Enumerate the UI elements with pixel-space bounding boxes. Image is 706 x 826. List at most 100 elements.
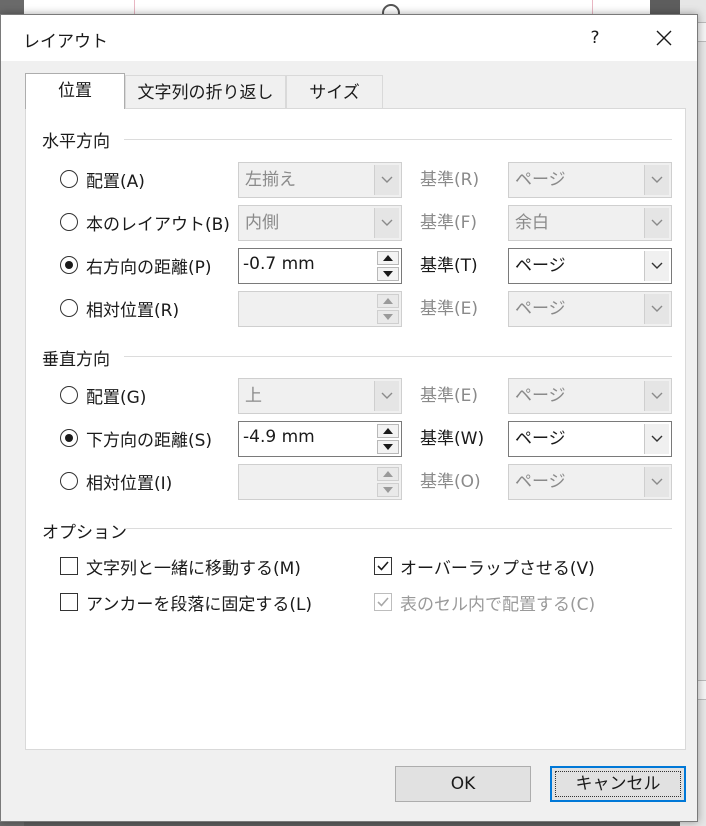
radio-icon [60,299,78,317]
h-relative-position-input[interactable] [238,291,402,327]
v-absolute-position-input[interactable]: -4.9 mm [238,421,402,457]
spin-down-button[interactable] [377,310,399,324]
cancel-button[interactable]: キャンセル [550,766,686,802]
h-absolute-position-base-label: 基準(T) [420,256,478,276]
checkbox-label: 表のセル内で配置する(C) [400,594,596,615]
select-value: ページ [515,170,566,190]
separator [124,356,672,357]
chevron-down-icon [651,305,663,312]
h-book-layout-base-select[interactable]: 余白 [508,205,672,241]
v-alignment-base-select[interactable]: ページ [508,378,672,414]
checkbox-move-with-text[interactable]: 文字列と一緒に移動する(M) [60,553,301,579]
v-relative-position-base-label: 基準(O) [420,472,481,492]
spin-up-button[interactable] [377,467,399,481]
separator [124,139,672,140]
radio-v-absolute-position[interactable]: 下方向の距離(S) [60,423,212,453]
tab-size[interactable]: サイズ [286,75,383,109]
focus-ring [555,771,681,797]
spin-down-button[interactable] [377,440,399,454]
radio-v-relative-position[interactable]: 相対位置(I) [60,466,172,496]
checkmark-icon [377,597,389,607]
h-alignment-base-select[interactable]: ページ [508,162,672,198]
chevron-down-icon [651,176,663,183]
chevron-down-icon [651,262,663,269]
select-value: ページ [515,429,566,449]
triangle-up-icon [383,298,393,304]
radio-h-absolute-position[interactable]: 右方向の距離(P) [60,250,212,280]
options-heading: オプション [42,523,127,543]
radio-label: 相対位置(R) [86,300,180,321]
radio-icon [60,472,78,490]
chevron-down-icon [651,392,663,399]
triangle-down-icon [383,487,393,493]
chevron-down-icon [651,435,663,442]
checkbox-label: 文字列と一緒に移動する(M) [86,558,301,579]
chevron-down-icon [381,392,393,399]
select-value: 余白 [515,213,549,233]
checkbox-lock-anchor[interactable]: アンカーを段落に固定する(L) [60,589,312,615]
h-alignment-select[interactable]: 左揃え [238,162,402,198]
close-icon [656,30,672,46]
h-absolute-position-base-select[interactable]: ページ [508,248,672,284]
radio-label: 右方向の距離(P) [86,257,212,278]
layout-dialog: レイアウト ? 位置 文字列の折り返し サイズ 水平方向 配置(A) 左揃え 基… [0,14,698,822]
radio-h-alignment[interactable]: 配置(A) [60,164,145,194]
checkbox-icon [374,557,392,575]
help-button[interactable]: ? [581,23,609,53]
background-document [24,0,650,22]
spin-down-button[interactable] [377,267,399,281]
checkbox-icon [374,593,392,611]
v-relative-position-base-select[interactable]: ページ [508,464,672,500]
checkbox-layout-in-cell[interactable]: 表のセル内で配置する(C) [374,589,595,615]
select-value: ページ [515,299,566,319]
v-absolute-position-base-select[interactable]: ページ [508,421,672,457]
radio-label: 配置(A) [86,171,145,192]
radio-icon [60,429,78,447]
close-button[interactable] [649,23,679,53]
radio-label: 本のレイアウト(B) [86,214,230,235]
chevron-down-icon [651,219,663,226]
horizontal-heading: 水平方向 [42,132,110,152]
select-value: ページ [515,256,566,276]
spin-up-button[interactable] [377,424,399,438]
separator [124,528,672,529]
chevron-down-icon [651,478,663,485]
tab-position[interactable]: 位置 [25,73,125,109]
select-value: 左揃え [245,170,296,190]
triangle-up-icon [383,428,393,434]
h-relative-position-base-label: 基準(E) [420,299,479,319]
radio-h-book-layout[interactable]: 本のレイアウト(B) [60,207,230,237]
radio-icon [60,213,78,231]
h-relative-position-base-select[interactable]: ページ [508,291,672,327]
select-value: 上 [245,386,262,406]
v-absolute-position-base-label: 基準(W) [420,429,485,449]
triangle-up-icon [383,255,393,261]
checkbox-allow-overlap[interactable]: オーバーラップさせる(V) [374,553,595,579]
v-relative-position-input[interactable] [238,464,402,500]
spin-up-button[interactable] [377,294,399,308]
select-value: 内側 [245,213,279,233]
h-absolute-position-input[interactable]: -0.7 mm [238,248,402,284]
chevron-down-icon [381,219,393,226]
chevron-down-icon [381,176,393,183]
v-alignment-base-label: 基準(E) [420,386,479,406]
radio-label: 相対位置(I) [86,473,173,494]
ok-button[interactable]: OK [395,766,531,802]
checkbox-icon [60,557,78,575]
radio-label: 配置(G) [86,387,147,408]
input-value: -0.7 mm [243,254,315,274]
checkbox-icon [60,593,78,611]
checkbox-label: オーバーラップさせる(V) [400,558,595,579]
tab-text-wrapping[interactable]: 文字列の折り返し [125,75,286,109]
h-book-layout-select[interactable]: 内側 [238,205,402,241]
v-alignment-select[interactable]: 上 [238,378,402,414]
radio-h-relative-position[interactable]: 相対位置(R) [60,293,179,323]
radio-v-alignment[interactable]: 配置(G) [60,380,146,410]
spin-up-button[interactable] [377,251,399,265]
triangle-down-icon [383,271,393,277]
dialog-title: レイアウト [23,32,108,52]
margin-guide [134,0,135,14]
tab-panel: 水平方向 配置(A) 左揃え 基準(R) ページ 本のレイアウト(B) 内側 基… [25,108,686,750]
checkbox-label: アンカーを段落に固定する(L) [86,594,313,615]
spin-down-button[interactable] [377,483,399,497]
